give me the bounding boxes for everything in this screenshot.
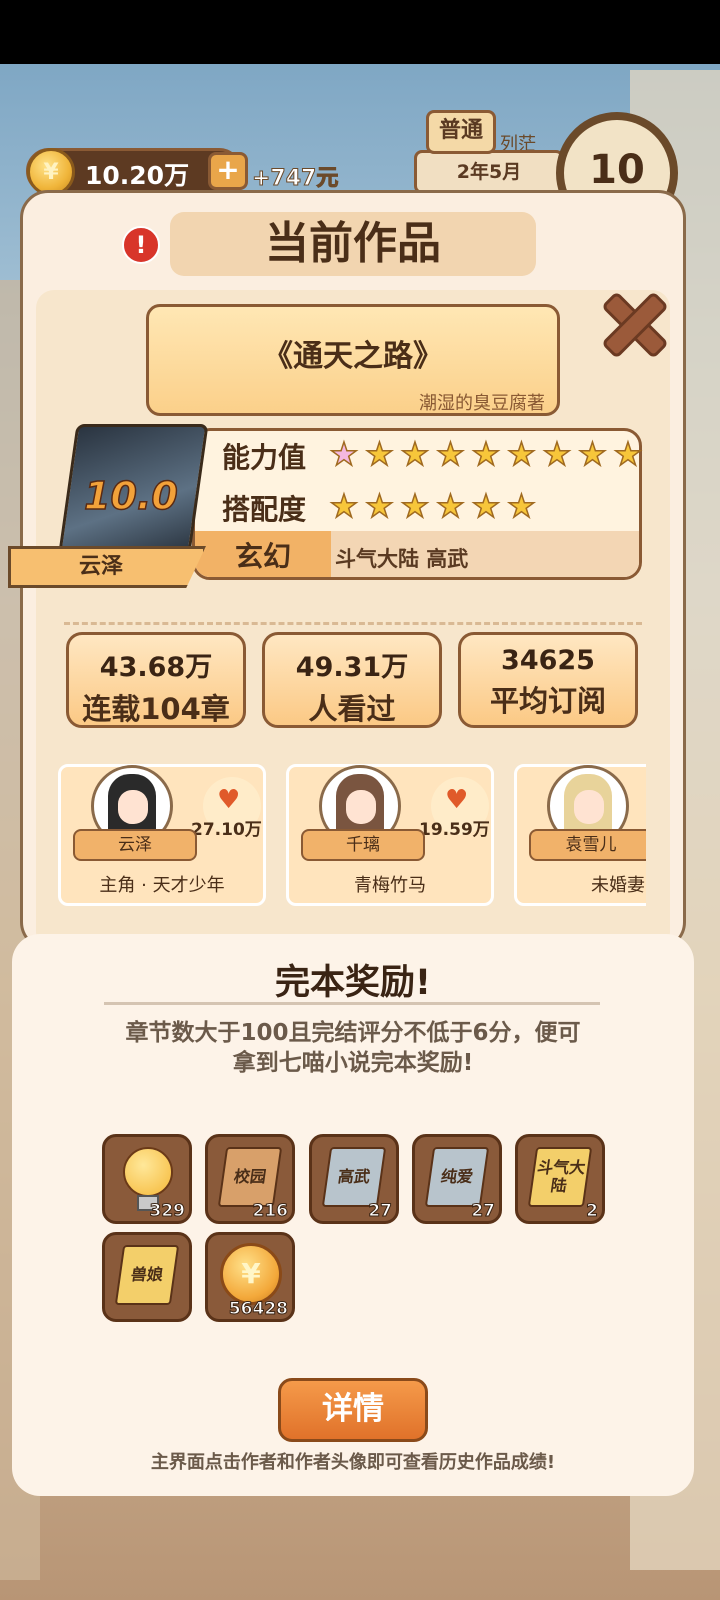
star-icon: ★ bbox=[613, 435, 643, 473]
earnings-text: +747元 bbox=[251, 166, 339, 192]
reward-item[interactable]: 高武 27 bbox=[309, 1134, 399, 1224]
stat-label: 平均订阅 bbox=[489, 684, 606, 718]
star-icon: ★ bbox=[577, 435, 607, 473]
character-name: 袁雪儿 bbox=[529, 829, 646, 861]
book-icon: 纯爱 bbox=[424, 1147, 490, 1207]
genre-tags: 斗气大陆 高武 bbox=[335, 547, 469, 571]
character-card[interactable]: ♥ 19.59万 千璃 青梅竹马 bbox=[286, 764, 494, 906]
reward-item[interactable]: 兽娘 bbox=[102, 1232, 192, 1322]
reward-item[interactable]: 纯爱 27 bbox=[412, 1134, 502, 1224]
book-icon: 高武 bbox=[321, 1147, 387, 1207]
stat-label: 人看过 bbox=[308, 692, 396, 726]
stat-number: 34625 bbox=[501, 645, 595, 676]
heart-icon: ♥ bbox=[445, 785, 469, 815]
item-count: 56428 bbox=[228, 1299, 288, 1320]
stat-number: 43.68万 bbox=[99, 652, 213, 683]
divider bbox=[104, 1002, 600, 1005]
ability-label: 能力值 bbox=[222, 441, 307, 474]
close-icon[interactable] bbox=[596, 286, 668, 358]
character-role: 主角 · 天才少年 bbox=[99, 875, 225, 896]
item-count: 27 bbox=[471, 1201, 496, 1222]
avatar-face bbox=[574, 790, 604, 824]
character-card[interactable]: ♥ 27.10万 云泽 主角 · 天才少年 bbox=[58, 764, 266, 906]
book-title-card: 《通天之路》 潮湿的臭豆腐著 bbox=[146, 304, 560, 416]
yuan-coin-icon: ¥ bbox=[220, 1243, 282, 1305]
alert-icon[interactable]: ! bbox=[122, 226, 160, 264]
coin-amount: 10.20万 bbox=[85, 161, 190, 190]
star-icon: ★ bbox=[542, 435, 572, 473]
star-icon: ★ bbox=[471, 435, 501, 473]
add-coins-button[interactable]: + bbox=[208, 152, 248, 190]
stat-readers: 49.31万 人看过 bbox=[262, 632, 442, 728]
lightbulb-icon bbox=[123, 1147, 173, 1197]
star-icon: ★ bbox=[400, 435, 430, 473]
avatar-face bbox=[118, 790, 148, 824]
stat-label: 连载104章 bbox=[82, 692, 230, 726]
game-date: 2年5月 bbox=[414, 150, 564, 194]
character-name: 千璃 bbox=[301, 829, 425, 861]
item-count: 2 bbox=[586, 1201, 599, 1222]
stat-subscriptions: 34625 平均订阅 bbox=[458, 632, 638, 728]
reward-title: 完本奖励! bbox=[275, 963, 431, 1003]
reward-description-line: 章节数大于100且完结评分不低于6分，便可 bbox=[125, 1020, 581, 1046]
item-count: 329 bbox=[149, 1201, 185, 1222]
match-label: 搭配度 bbox=[222, 493, 307, 526]
character-name: 云泽 bbox=[73, 829, 197, 861]
star-icon: ★ bbox=[435, 435, 465, 473]
divider bbox=[64, 622, 642, 625]
star-icon: ★ bbox=[364, 435, 394, 473]
stat-words: 43.68万 连载104章 bbox=[66, 632, 246, 728]
character-card[interactable]: 袁雪儿 未婚妻 bbox=[514, 764, 646, 906]
reward-item[interactable]: ¥56428 bbox=[205, 1232, 295, 1322]
character-list[interactable]: ♥ 27.10万 云泽 主角 · 天才少年 ♥ 19.59万 千璃 青梅竹马 袁… bbox=[58, 764, 646, 908]
character-role: 未婚妻 bbox=[591, 875, 645, 896]
star-icon: ★ bbox=[471, 487, 501, 525]
stat-number: 49.31万 bbox=[295, 652, 409, 683]
reward-description: 章节数大于100且完结评分不低于6分，便可 拿到七喵小说完本奖励! bbox=[80, 1018, 626, 1078]
genre-label: 玄幻 bbox=[195, 531, 331, 577]
avatar-face bbox=[346, 790, 376, 824]
star-icon: ★ bbox=[506, 435, 536, 473]
book-score: 10.0 bbox=[83, 473, 178, 519]
star-icon: ★ bbox=[506, 487, 536, 525]
character-likes: 27.10万 bbox=[191, 820, 262, 840]
star-icon: ★ bbox=[329, 487, 359, 525]
difficulty-tag: 普通 bbox=[426, 110, 496, 154]
book-icon: 校园 bbox=[217, 1147, 283, 1207]
star-icon: ★ bbox=[329, 435, 359, 473]
book-icon: 斗气大陆 bbox=[527, 1147, 593, 1207]
book-icon: 兽娘 bbox=[114, 1245, 180, 1305]
item-count: 216 bbox=[252, 1201, 288, 1222]
reward-item[interactable]: 斗气大陆 2 bbox=[515, 1134, 605, 1224]
reward-description-line: 拿到七喵小说完本奖励! bbox=[232, 1050, 474, 1076]
yuan-coin-icon: ¥ bbox=[27, 148, 75, 196]
star-icon: ★ bbox=[435, 487, 465, 525]
book-name: 《通天之路》 bbox=[263, 339, 443, 374]
star-icon: ★ bbox=[364, 487, 394, 525]
details-button[interactable]: 详情 bbox=[278, 1378, 428, 1442]
book-author: 潮湿的臭豆腐著 bbox=[419, 393, 545, 414]
modal-title: 当前作品 bbox=[170, 212, 536, 276]
reward-item[interactable]: 329 bbox=[102, 1134, 192, 1224]
star-icon: ★ bbox=[400, 487, 430, 525]
protagonist-ribbon: 云泽 bbox=[8, 546, 206, 588]
character-likes: 19.59万 bbox=[419, 820, 490, 840]
reward-item[interactable]: 校园 216 bbox=[205, 1134, 295, 1224]
item-count: 27 bbox=[368, 1201, 393, 1222]
hint-text: 主界面点击作者和作者头像即可查看历史作品成绩! bbox=[150, 1452, 556, 1473]
character-role: 青梅竹马 bbox=[354, 875, 426, 896]
heart-icon: ♥ bbox=[217, 785, 241, 815]
